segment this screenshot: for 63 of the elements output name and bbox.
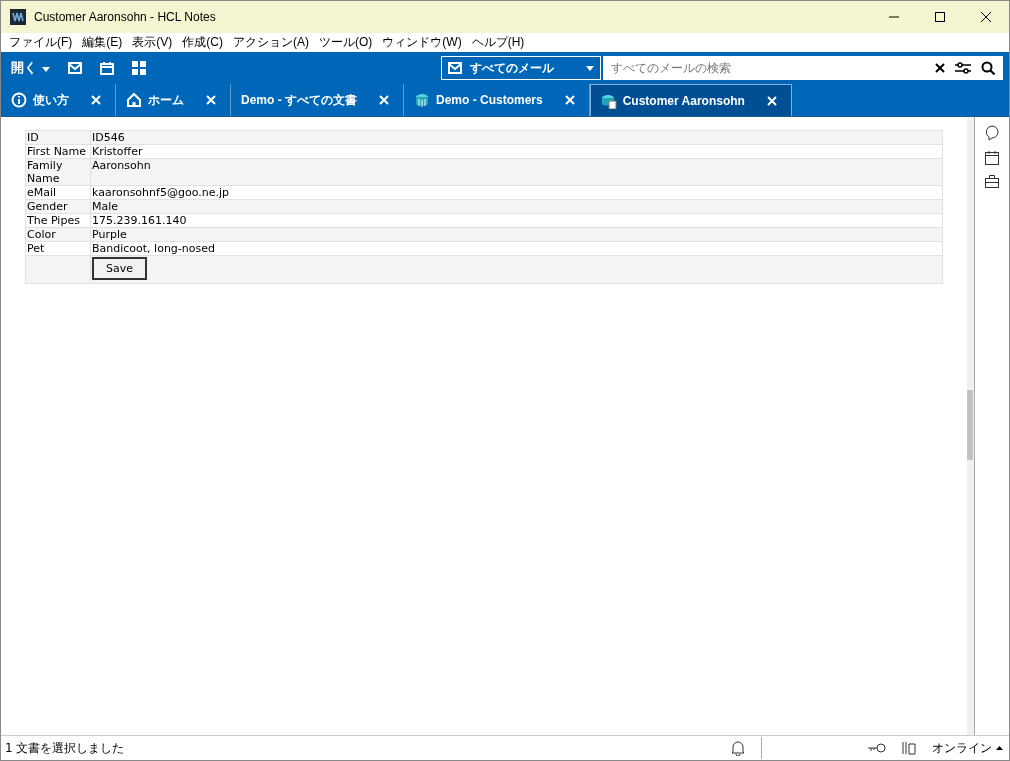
close-tab-icon[interactable] (379, 95, 389, 105)
caret-icon (41, 67, 50, 72)
menu-item[interactable]: アクション(A) (233, 34, 309, 51)
filter-sliders-icon[interactable] (955, 62, 971, 74)
search-icon[interactable] (981, 61, 995, 75)
document-tab[interactable]: ホーム (116, 84, 231, 116)
field-label: ID (25, 130, 91, 145)
field-value: ID546 (90, 130, 943, 145)
close-tab-icon[interactable] (206, 95, 216, 105)
caret-icon (586, 65, 594, 71)
document-tab[interactable]: Demo - すべての文書 (231, 84, 404, 116)
field-label: Color (25, 227, 91, 242)
apps-grid-icon[interactable] (131, 61, 146, 75)
field-value: Aaronsohn (90, 158, 943, 186)
open-menu-button[interactable]: 開く (11, 59, 50, 77)
database-icon (414, 92, 430, 108)
document-tab[interactable]: Customer Aaronsohn (589, 84, 792, 116)
bell-icon[interactable] (731, 740, 745, 756)
close-tab-icon[interactable] (766, 95, 777, 106)
search-bar[interactable]: すべてのメールの検索 (603, 56, 1003, 80)
maximize-icon[interactable] (935, 12, 945, 22)
window-title: Customer Aaronsohn - HCL Notes (34, 10, 216, 24)
scope-dropdown[interactable]: すべてのメール (441, 56, 601, 80)
field-value: Purple (90, 227, 943, 242)
field-label: Gender (25, 199, 91, 214)
key-icon[interactable] (868, 743, 886, 753)
calendar-icon[interactable] (985, 151, 999, 165)
menu-item[interactable]: 作成(C) (182, 34, 223, 51)
app-logo-icon (10, 9, 26, 25)
field-value: 175.239.161.140 (90, 213, 943, 228)
field-value: Male (90, 199, 943, 214)
field-label: The Pipes (25, 213, 91, 228)
menu-item[interactable]: 表示(V) (132, 34, 173, 51)
menu-item[interactable]: ヘルプ(H) (471, 34, 525, 51)
field-value: Kristoffer (90, 144, 943, 159)
scrollbar-thumb[interactable] (967, 390, 973, 460)
info-icon (11, 92, 27, 108)
mail-icon (448, 62, 462, 74)
replica-icon[interactable] (902, 741, 916, 755)
speech-bubble-icon[interactable] (985, 125, 999, 141)
field-label: eMail (25, 185, 91, 200)
caret-up-icon (996, 746, 1003, 750)
document-icon (600, 92, 617, 109)
mail-icon[interactable] (67, 62, 82, 74)
close-tab-icon[interactable] (564, 95, 575, 105)
field-label: Pet (25, 241, 91, 256)
field-label: First Name (25, 144, 91, 159)
clear-icon[interactable] (935, 63, 945, 73)
close-tab-icon[interactable] (91, 95, 101, 105)
save-button[interactable]: Save (92, 257, 147, 280)
document-tab[interactable]: Demo - Customers (404, 84, 590, 116)
field-value: kaaronsohnf5@goo.ne.jp (90, 185, 943, 200)
home-icon (126, 92, 142, 108)
close-icon[interactable] (981, 12, 991, 22)
online-status-button[interactable]: オンライン (932, 739, 1003, 757)
menu-item[interactable]: ツール(O) (319, 34, 373, 51)
document-tab[interactable]: 使い方 (1, 84, 116, 116)
menu-item[interactable]: 編集(E) (82, 34, 123, 51)
menu-item[interactable]: ウィンドウ(W) (382, 34, 462, 51)
status-message: 1 文書を選択しました (5, 739, 126, 757)
menu-item[interactable]: ファイル(F) (9, 34, 73, 51)
field-value: Bandicoot, long-nosed (90, 241, 943, 256)
briefcase-icon[interactable] (985, 175, 999, 188)
